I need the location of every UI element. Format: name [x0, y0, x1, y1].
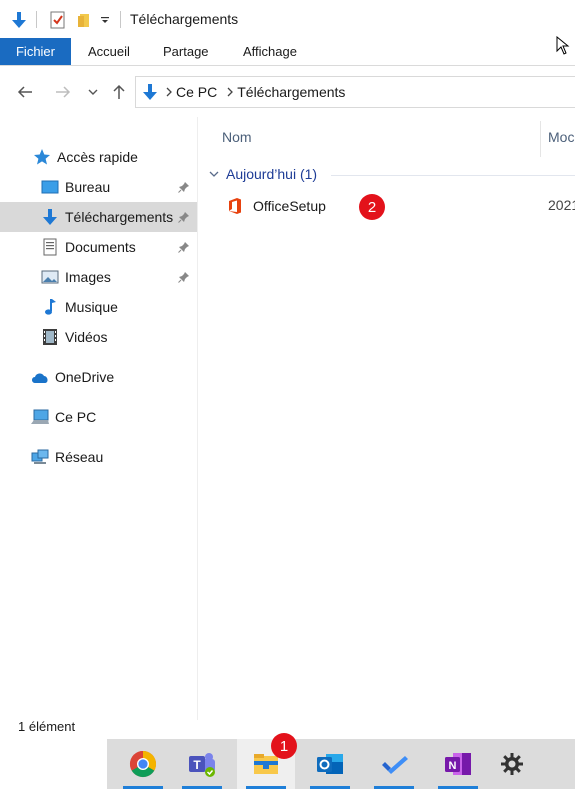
sidebar-item-videos[interactable]: Vidéos — [0, 322, 197, 352]
sidebar-item-label: Documents — [65, 239, 136, 255]
tab-partage[interactable]: Partage — [163, 38, 209, 65]
sidebar-item-label: Musique — [65, 299, 118, 315]
download-arrow-icon — [40, 207, 60, 227]
step-badge-1: 1 — [271, 733, 297, 759]
music-note-icon — [40, 297, 60, 317]
customize-dropdown-icon[interactable] — [98, 9, 112, 31]
recent-locations-chevron-icon[interactable] — [84, 81, 102, 103]
tab-fichier[interactable]: Fichier — [0, 38, 71, 65]
breadcrumb-telechargements[interactable]: Téléchargements — [237, 84, 345, 100]
column-header-modifie[interactable]: Moc — [548, 129, 574, 145]
sidebar-item-label: Réseau — [55, 449, 104, 465]
column-header-nom[interactable]: Nom — [222, 129, 252, 145]
new-folder-icon[interactable] — [74, 9, 94, 31]
sidebar-item-label: Bureau — [65, 179, 111, 195]
column-divider[interactable] — [540, 121, 541, 157]
image-icon — [40, 267, 60, 287]
taskbar-outlook[interactable] — [301, 739, 359, 789]
chevron-right-icon[interactable] — [227, 84, 234, 100]
taskbar-apps: T N — [107, 739, 575, 789]
chevron-down-icon[interactable] — [209, 170, 219, 178]
step-badge-2: 2 — [359, 194, 385, 220]
sidebar-item-reseau[interactable]: Réseau — [0, 442, 197, 472]
back-arrow-icon[interactable] — [14, 81, 36, 103]
sidebar-item-documents[interactable]: Documents — [0, 232, 197, 262]
breadcrumb-ce-pc[interactable]: Ce PC — [176, 84, 217, 100]
svg-text:T: T — [193, 758, 201, 772]
pin-icon[interactable] — [178, 210, 190, 226]
ribbon-tabs: Fichier Accueil Partage Affichage — [0, 38, 575, 66]
svg-text:N: N — [449, 760, 457, 772]
navigation-bar: Ce PC Téléchargements — [0, 67, 575, 117]
window-title: Téléchargements — [130, 11, 239, 27]
sidebar-item-ce-pc[interactable]: Ce PC — [0, 402, 197, 432]
taskbar-teams[interactable]: T — [173, 739, 231, 789]
up-arrow-icon[interactable] — [108, 81, 130, 103]
sidebar-item-label: Ce PC — [55, 409, 97, 425]
taskbar-chrome[interactable] — [114, 739, 172, 789]
sidebar-item-bureau[interactable]: Bureau — [0, 172, 197, 202]
computer-icon — [30, 407, 50, 427]
sidebar-item-label: OneDrive — [55, 369, 115, 385]
file-list: Nom Moc Aujourd’hui (1) OfficeSetup 2021… — [199, 117, 575, 720]
office-icon — [227, 197, 243, 215]
group-label: Aujourd’hui (1) — [226, 166, 318, 182]
pin-icon[interactable] — [178, 270, 190, 286]
separator — [36, 11, 37, 28]
taskbar-onenote[interactable]: N — [429, 739, 487, 789]
network-icon — [30, 447, 50, 467]
navigation-pane: Accès rapide Bureau Téléchargements Docu… — [0, 117, 198, 720]
sidebar-item-onedrive[interactable]: OneDrive — [0, 362, 197, 392]
download-arrow-icon — [142, 83, 158, 101]
sidebar-item-telechargements[interactable]: Téléchargements — [0, 202, 197, 232]
chevron-right-icon[interactable] — [166, 84, 172, 100]
address-bar[interactable]: Ce PC Téléchargements — [135, 76, 575, 108]
taskbar-settings[interactable] — [483, 739, 541, 789]
download-arrow-icon[interactable] — [8, 9, 30, 31]
star-icon — [32, 147, 52, 167]
properties-icon[interactable] — [48, 9, 68, 31]
group-header-today[interactable]: Aujourd’hui (1) — [209, 166, 317, 182]
taskbar-todo[interactable] — [365, 739, 423, 789]
onenote-icon: N — [443, 750, 473, 778]
sidebar-item-musique[interactable]: Musique — [0, 292, 197, 322]
group-divider — [331, 175, 575, 176]
pin-icon[interactable] — [178, 180, 190, 196]
sidebar-item-label: Images — [65, 269, 111, 285]
todo-icon — [379, 752, 409, 776]
forward-arrow-icon[interactable] — [52, 81, 74, 103]
separator — [120, 11, 121, 28]
film-icon — [40, 327, 60, 347]
sidebar-item-images[interactable]: Images — [0, 262, 197, 292]
chrome-icon — [129, 750, 157, 778]
desktop-icon — [40, 177, 60, 197]
settings-gear-icon — [500, 752, 524, 776]
outlook-icon — [315, 750, 345, 778]
title-bar: Téléchargements — [0, 0, 575, 55]
file-date: 2021 — [548, 197, 575, 213]
file-row-officesetup[interactable]: OfficeSetup — [221, 195, 575, 217]
taskbar: T N 1 — [0, 733, 575, 789]
sidebar-item-acces-rapide[interactable]: Accès rapide — [0, 142, 197, 172]
file-name: OfficeSetup — [253, 198, 326, 214]
sidebar-item-label: Téléchargements — [65, 209, 174, 225]
status-bar-count: 1 élément — [18, 719, 76, 734]
pin-icon[interactable] — [178, 240, 190, 256]
tab-affichage[interactable]: Affichage — [243, 38, 297, 65]
sidebar-item-label: Accès rapide — [57, 149, 138, 165]
tab-accueil[interactable]: Accueil — [88, 38, 130, 65]
document-icon — [40, 237, 60, 257]
teams-icon: T — [187, 750, 217, 778]
sidebar-item-label: Vidéos — [65, 329, 108, 345]
cloud-icon — [30, 367, 50, 387]
